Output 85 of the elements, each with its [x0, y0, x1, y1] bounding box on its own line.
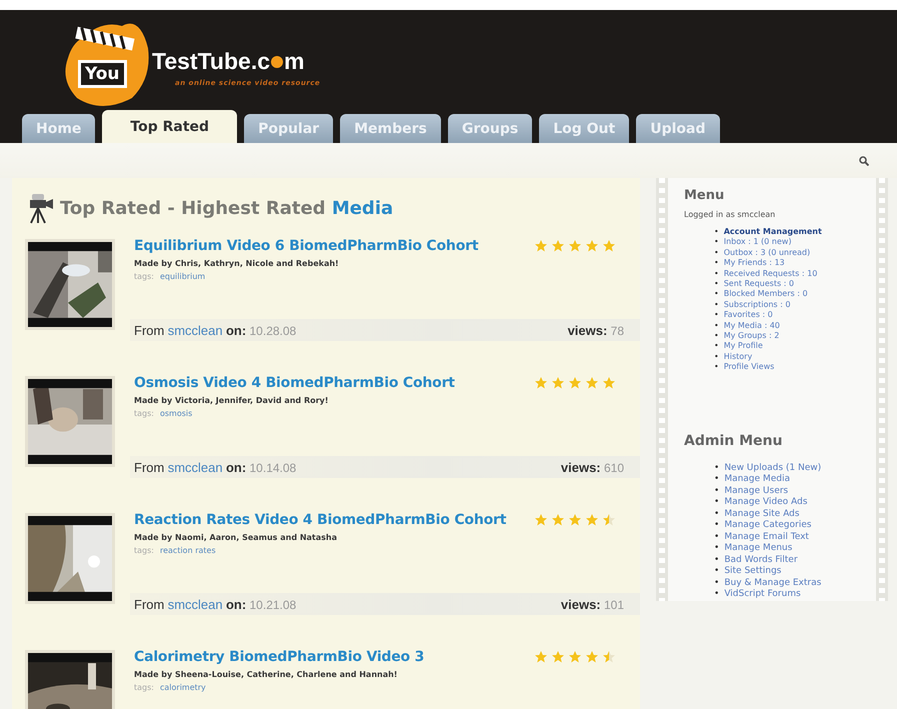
menu-link[interactable]: Manage Categories: [724, 520, 812, 532]
tags-line: tags: osmosis: [134, 409, 194, 418]
bullet-mark: •: [714, 566, 720, 578]
menu-link[interactable]: Favorites : 0: [724, 310, 773, 321]
menu-link[interactable]: VidScript Forums: [724, 589, 801, 601]
menu-link[interactable]: Account Management: [724, 227, 822, 238]
logo-text: You: [78, 60, 127, 88]
bullet-mark: •: [714, 258, 719, 269]
tag-link[interactable]: equilibrium: [160, 272, 206, 281]
menu-link[interactable]: Buy & Manage Extras: [724, 578, 822, 590]
made-by-text: Made by Naomi, Aaron, Seamus and Natasha: [134, 533, 338, 542]
user-link[interactable]: smcclean: [168, 322, 223, 338]
view-count: views: 78: [568, 322, 624, 338]
tags-line: tags: calorimetry: [134, 683, 207, 692]
menu-link[interactable]: Manage Video Ads: [724, 497, 808, 509]
menu-link[interactable]: Manage Users: [724, 486, 788, 498]
bullet-mark: •: [714, 462, 720, 474]
bullet-mark: •: [714, 341, 719, 352]
menu-link[interactable]: New Uploads (1 New): [724, 462, 822, 474]
made-by-text: Made by Victoria, Jennifer, David and Rory!: [134, 396, 330, 405]
bullet-mark: •: [714, 237, 719, 248]
bullet-mark: •: [714, 331, 719, 342]
upload-info: From smcclean on: 10.14.08: [134, 460, 296, 474]
menu-link[interactable]: Manage Media: [724, 474, 790, 486]
tag-link[interactable]: osmosis: [160, 409, 192, 418]
user-link[interactable]: smcclean: [168, 596, 223, 612]
menu-heading: Menu: [684, 188, 726, 203]
login-status: Logged in as smcclean: [684, 210, 776, 219]
menu-link[interactable]: Site Settings: [724, 566, 782, 578]
menu-link[interactable]: Received Requests : 10: [724, 268, 818, 280]
menu-link[interactable]: Manage Site Ads: [724, 508, 800, 520]
page-title: Top Rated - Highest Rated Media: [60, 198, 394, 218]
bullet-mark: •: [714, 486, 720, 498]
bullet-mark: •: [714, 578, 720, 590]
menu-heading: Admin Menu: [684, 432, 784, 449]
menu-link[interactable]: My Friends : 13: [724, 258, 785, 269]
bullet-mark: •: [714, 554, 720, 566]
nav-tab[interactable]: Top Rated: [102, 110, 238, 143]
menu-link[interactable]: My Media : 40: [724, 320, 780, 332]
tags-line: tags: reaction rates: [134, 546, 217, 555]
menu-link[interactable]: Manage Menus: [724, 543, 792, 555]
bullet-mark: •: [714, 497, 720, 509]
video-title[interactable]: Equilibrium Video 6 BiomedPharmBio Cohort: [134, 238, 478, 254]
made-by-text: Made by Sheena-Louise, Catherine, Charlene and Hannah!: [134, 670, 398, 679]
bullet-mark: •: [714, 310, 719, 321]
bullet-mark: •: [714, 520, 720, 532]
bullet-mark: •: [714, 248, 719, 258]
bullet-mark: •: [714, 227, 719, 238]
video-title[interactable]: Osmosis Video 4 BiomedPharmBio Cohort: [134, 375, 455, 391]
menu-link[interactable]: History: [724, 352, 752, 362]
video-title[interactable]: Calorimetry BiomedPharmBio Video 3: [134, 649, 424, 665]
view-count: views: 610: [560, 460, 624, 474]
video-title[interactable]: Reaction Rates Video 4 BiomedPharmBio Cohort: [134, 512, 506, 528]
menu-link[interactable]: My Groups : 2: [724, 331, 780, 342]
bullet-mark: •: [714, 268, 719, 280]
bullet-mark: •: [714, 352, 719, 362]
menu-link[interactable]: Outbox : 3 (0 unread): [724, 248, 810, 258]
bullet-mark: •: [714, 279, 719, 290]
bullet-mark: •: [714, 320, 719, 332]
menu-link[interactable]: Bad Words Filter: [724, 554, 798, 566]
menu-link[interactable]: Blocked Members : 0: [724, 289, 808, 300]
bullet-mark: •: [714, 300, 719, 310]
bullet-mark: •: [714, 589, 720, 601]
bullet-mark: •: [714, 362, 719, 373]
menu-link[interactable]: Inbox : 1 (0 new): [724, 237, 792, 248]
menu-link[interactable]: Subscriptions : 0: [724, 300, 790, 310]
search-icon[interactable]: [859, 156, 869, 166]
view-count: views: 101: [560, 596, 624, 612]
tags-line: tags: equilibrium: [134, 272, 206, 281]
menu-link[interactable]: Manage Email Text: [724, 532, 809, 544]
menu-link[interactable]: Profile Views: [724, 362, 774, 373]
bullet-mark: •: [714, 508, 720, 520]
site-name[interactable]: TestTube.c m: [152, 48, 304, 75]
bullet-mark: •: [714, 289, 719, 300]
bullet-mark: •: [714, 532, 720, 544]
made-by-text: Made by Chris, Kathryn, Nicole and Rebekah!: [134, 259, 340, 268]
upload-info: From smcclean on: 10.28.08: [134, 322, 296, 338]
menu-link[interactable]: Sent Requests : 0: [724, 279, 794, 290]
bullet-mark: •: [714, 543, 720, 555]
tag-link[interactable]: calorimetry: [160, 683, 206, 692]
tag-link[interactable]: reaction rates: [160, 546, 216, 555]
menu-link[interactable]: My Profile: [724, 341, 763, 352]
user-link[interactable]: smcclean: [168, 460, 223, 474]
bullet-mark: •: [714, 474, 720, 486]
upload-info: From smcclean on: 10.21.08: [134, 596, 296, 612]
